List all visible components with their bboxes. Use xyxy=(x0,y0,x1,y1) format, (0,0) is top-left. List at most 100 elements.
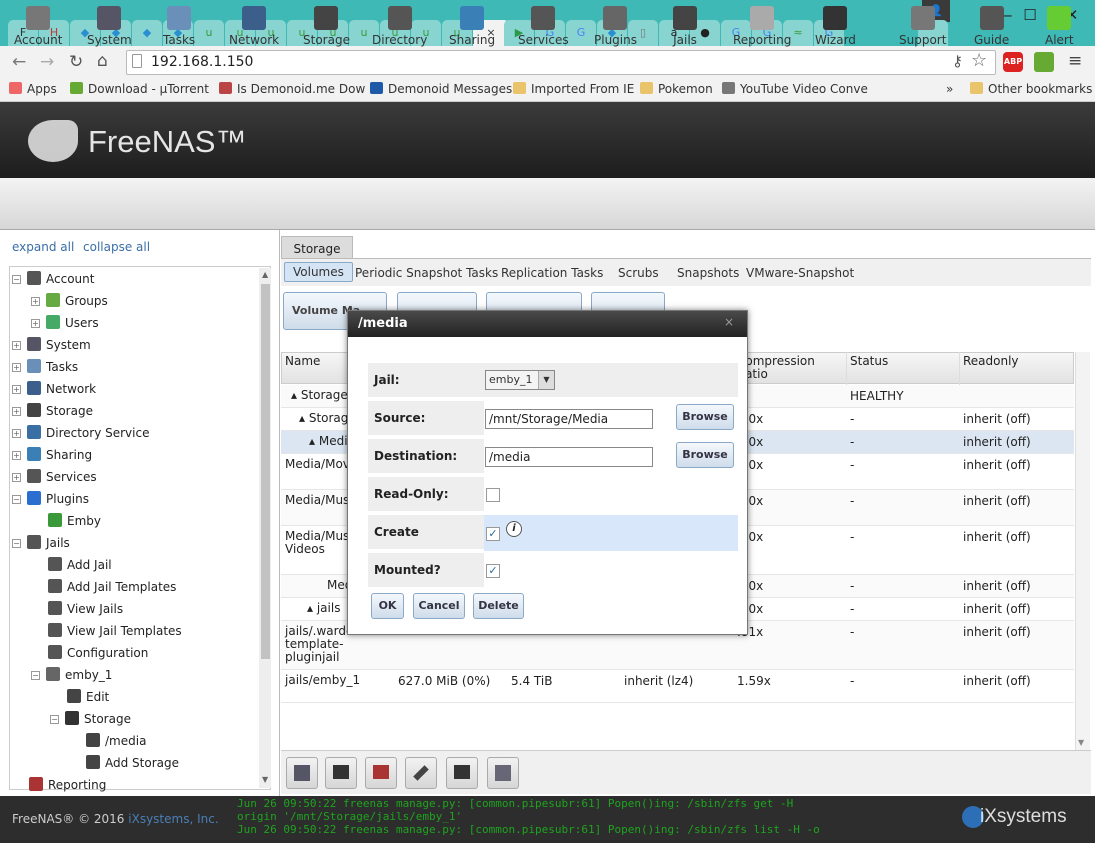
star-icon[interactable]: ☆ xyxy=(971,50,987,71)
cancel-button[interactable]: Cancel xyxy=(413,593,465,619)
tree-item[interactable]: + Users xyxy=(31,315,99,330)
tree-item[interactable]: View Jail Templates xyxy=(31,623,182,638)
bookmark-item[interactable]: Demonoid Messages xyxy=(370,82,512,96)
tree-item[interactable]: + Network xyxy=(12,381,96,396)
toolbar-wizard[interactable]: Wizard xyxy=(815,0,856,52)
tree-item[interactable]: − Jails xyxy=(12,535,70,550)
browser-tab[interactable]: ◆ xyxy=(132,20,162,46)
table-row[interactable]: jails/emby_1 627.0 MiB (0%) 5.4 TiB inherit… xyxy=(281,670,1074,703)
toolbar-guide[interactable]: Guide xyxy=(974,0,1009,52)
browser-tab[interactable]: G xyxy=(566,20,596,46)
tree-item[interactable]: + Tasks xyxy=(12,359,78,374)
toolbar-services[interactable]: Services xyxy=(518,0,569,52)
tree-item[interactable]: Reporting xyxy=(12,777,106,792)
tree-item[interactable]: + Groups xyxy=(31,293,108,308)
tree-item[interactable]: + Storage xyxy=(12,403,93,418)
maximize-icon[interactable]: ☐ xyxy=(1010,0,1050,30)
tree-item[interactable]: Emby xyxy=(31,513,101,528)
toolbar-directory[interactable]: Directory xyxy=(372,0,427,52)
bookmark-item[interactable]: Pokemon xyxy=(640,82,713,96)
collapse-icon[interactable]: − xyxy=(31,671,40,680)
create-directory-checkbox[interactable]: ✓ xyxy=(486,527,500,541)
tree-item[interactable]: + Sharing xyxy=(12,447,92,462)
toolbar-plugins[interactable]: Plugins xyxy=(594,0,637,52)
bookmark-item[interactable]: Apps xyxy=(9,82,57,96)
destination-input[interactable]: /media xyxy=(485,447,653,467)
source-input[interactable]: /mnt/Storage/Media xyxy=(485,409,653,429)
toolbar-account[interactable]: Account xyxy=(14,0,62,52)
grid-column-header[interactable]: Status xyxy=(850,355,955,368)
expand-icon[interactable]: + xyxy=(31,319,40,328)
scroll-down-icon[interactable]: ▼ xyxy=(262,775,268,784)
toolbar-alert[interactable]: Alert xyxy=(1045,0,1074,52)
create-dataset-button[interactable] xyxy=(325,757,357,789)
extension-icon[interactable] xyxy=(1034,52,1054,72)
create-zvol-button[interactable] xyxy=(446,757,478,789)
subtab-4[interactable]: Snapshots xyxy=(677,266,739,280)
expand-icon[interactable]: + xyxy=(12,473,21,482)
collapse-icon[interactable]: − xyxy=(12,539,21,548)
subtab-5[interactable]: VMware-Snapshot xyxy=(746,266,854,280)
tree-item[interactable]: Add Jail xyxy=(31,557,112,572)
tree-item[interactable]: − Storage xyxy=(50,711,131,726)
bookmark-item[interactable]: Download - µTorrent xyxy=(70,82,209,96)
expand-icon[interactable]: + xyxy=(31,297,40,306)
delete-button[interactable]: Delete xyxy=(473,593,524,619)
url-input[interactable]: 192.168.1.150 xyxy=(126,50,996,75)
subtab-1[interactable]: Periodic Snapshot Tasks xyxy=(355,266,498,280)
chevron-down-icon[interactable]: ▼ xyxy=(538,371,554,389)
destination-browse-button[interactable]: Browse xyxy=(676,442,734,468)
expand-all-link[interactable]: expand all xyxy=(12,240,74,254)
expand-icon[interactable]: + xyxy=(12,363,21,372)
expand-icon[interactable]: + xyxy=(12,429,21,438)
bookmark-item[interactable]: YouTube Video Conve xyxy=(722,82,868,96)
jail-select[interactable]: emby_1 ▼ xyxy=(485,370,555,390)
subtab-2[interactable]: Replication Tasks xyxy=(501,266,603,280)
expand-icon[interactable]: + xyxy=(12,451,21,460)
other-bookmarks[interactable]: Other bookmarks xyxy=(970,82,1092,96)
tree-item[interactable]: − Plugins xyxy=(12,491,89,506)
back-icon[interactable]: ← xyxy=(12,52,26,72)
tree-scrollbar-thumb[interactable] xyxy=(261,284,270,659)
tree-item[interactable]: + Directory Service xyxy=(12,425,149,440)
dialog-close-icon[interactable]: × xyxy=(724,315,734,329)
tree-item[interactable]: Configuration xyxy=(31,645,148,660)
forward-icon[interactable]: → xyxy=(40,52,54,72)
bookmarks-more[interactable]: » xyxy=(946,82,953,96)
edit-options-button[interactable] xyxy=(405,757,437,789)
tree-item[interactable]: Add Jail Templates xyxy=(31,579,176,594)
grid-scroll-down-icon[interactable]: ▼ xyxy=(1078,738,1084,747)
subtab-3[interactable]: Scrubs xyxy=(618,266,659,280)
info-icon[interactable]: i xyxy=(506,521,522,537)
subtab-0[interactable]: Volumes xyxy=(284,262,353,282)
tree-item[interactable]: Edit xyxy=(50,689,109,704)
home-icon[interactable]: ⌂ xyxy=(97,51,108,71)
company-link[interactable]: iXsystems, Inc. xyxy=(128,812,218,826)
adblock-icon[interactable]: ABP xyxy=(1003,52,1023,72)
browser-tab[interactable]: u xyxy=(194,20,224,46)
toolbar-tasks[interactable]: Tasks xyxy=(163,0,195,52)
snapshot-button[interactable] xyxy=(487,757,519,789)
grid-column-header[interactable]: Readonly xyxy=(963,355,1068,368)
toolbar-support[interactable]: Support xyxy=(899,0,946,52)
collapse-icon[interactable]: − xyxy=(50,715,59,724)
ok-button[interactable]: OK xyxy=(371,593,404,619)
scroll-up-icon[interactable]: ▲ xyxy=(262,270,268,279)
source-browse-button[interactable]: Browse xyxy=(676,404,734,430)
tree-item[interactable]: + System xyxy=(12,337,91,352)
menu-icon[interactable]: ≡ xyxy=(1068,51,1082,71)
detach-volume-button[interactable] xyxy=(286,757,318,789)
tree-item[interactable]: /media xyxy=(69,733,146,748)
bookmark-item[interactable]: Is Demonoid.me Dow xyxy=(219,82,365,96)
reload-icon[interactable]: ↻ xyxy=(69,52,83,72)
toolbar-sharing[interactable]: Sharing xyxy=(449,0,495,52)
collapse-all-link[interactable]: collapse all xyxy=(83,240,150,254)
toolbar-reporting[interactable]: Reporting xyxy=(733,0,791,52)
grid-column-header[interactable]: Compression Ratio xyxy=(737,355,842,381)
tree-item[interactable]: − Account xyxy=(12,271,94,286)
bookmark-item[interactable]: Imported From IE xyxy=(513,82,634,96)
grid-scrollbar[interactable] xyxy=(1075,352,1090,750)
tree-item[interactable]: − emby_1 xyxy=(31,667,112,682)
tree-item[interactable]: View Jails xyxy=(31,601,123,616)
toolbar-system[interactable]: System xyxy=(87,0,132,52)
